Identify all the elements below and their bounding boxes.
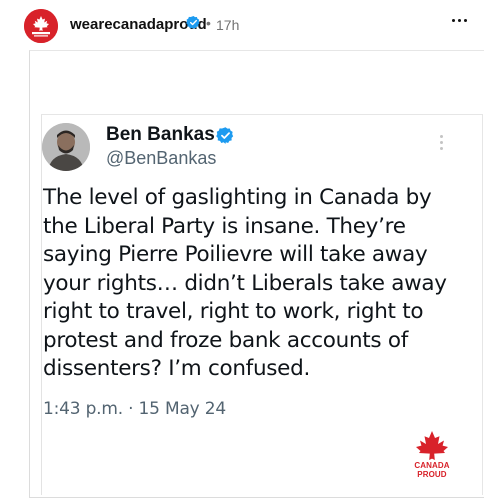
separator-dot: •	[206, 15, 211, 31]
account-avatar[interactable]	[24, 9, 58, 43]
verified-badge-icon	[216, 127, 234, 144]
kebab-dot	[439, 147, 443, 150]
tweet-author-avatar	[42, 123, 90, 171]
tweet-text: The level of gaslighting in Canada by th…	[43, 185, 447, 381]
brand-label: CANADA PROUD	[414, 461, 450, 479]
more-dot	[463, 18, 467, 22]
post-header: wearecanadaproud • 17h	[0, 0, 484, 50]
tweet-date: 1:43 p.m. · 15 May 24	[43, 399, 226, 419]
more-options-icon	[451, 18, 455, 22]
verified-badge-icon	[186, 15, 200, 30]
more-options-button[interactable]	[446, 10, 472, 30]
author-photo	[42, 123, 90, 171]
kebab-dot	[439, 135, 443, 138]
kebab-dot	[439, 141, 443, 144]
tweet-author-handle: @BenBankas	[106, 148, 217, 168]
tweet-author-name: Ben Bankas	[106, 124, 215, 145]
tweet-more-icon	[436, 135, 446, 155]
post-time[interactable]: 17h	[216, 17, 239, 33]
maple-leaf-icon	[24, 9, 58, 43]
more-dot	[457, 18, 461, 22]
